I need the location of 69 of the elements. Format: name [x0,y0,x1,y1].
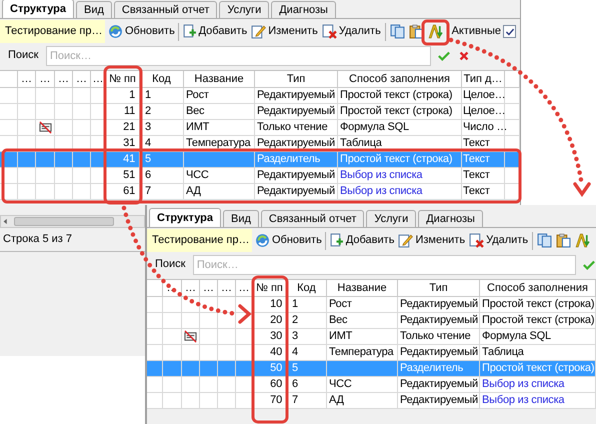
search-label: Поиск [8,48,40,64]
refresh-icon [108,24,123,39]
table-cell: АД [327,393,398,409]
table-row[interactable]: 70 7 АД Редактируемый Выбор из списка [147,393,596,409]
table-row[interactable]: 30 3 ИМТ Только чтение Формула SQL [147,329,596,345]
table-row[interactable]: 21 3 ИМТ Только чтение Формула SQL Число … [0,120,520,136]
tab[interactable]: Структура [2,0,74,18]
table-row[interactable]: 10 1 Рост Редактируемый Простой текст (строка) [147,297,596,313]
edit-button[interactable]: Изменить [250,21,319,42]
sort-icon [575,233,590,248]
checkbox-label: Активные [452,24,501,40]
table-row[interactable]: 11 2 Вес Редактируемый Простой текст (строка) Целое… [0,104,520,120]
tab[interactable]: Вид [223,210,259,227]
search-field[interactable]: Поиск… [46,46,431,66]
toolbar-title: Тестирование пр… [0,20,105,43]
table-row[interactable]: 20 2 Вес Редактируемый Простой текст (строка) [147,313,596,329]
delete-icon [469,233,484,248]
table-row[interactable]: 60 6 ЧСС Редактируемый Выбор из списка [147,377,596,393]
table-cell: 70 [253,393,287,409]
table-cell: 7 [287,393,327,409]
paste-icon [408,24,424,39]
active-checkbox[interactable] [503,25,516,38]
table-cell: 61 [106,184,140,200]
tab[interactable]: Связанный отчет [260,210,364,227]
copy-icon [537,233,552,248]
add-button[interactable]: Добавить [180,21,248,42]
close-icon [458,50,470,62]
refresh-icon [255,233,270,248]
refresh-button[interactable]: Обновить [107,21,176,42]
edit-icon [398,233,414,248]
delete-icon [322,24,337,39]
table-cell: Выбор из списка [338,184,462,200]
table-cell: Текст [462,184,505,200]
table-cell: Редактируемый [255,184,338,200]
horizontal-scrollbar[interactable] [0,215,145,228]
tab[interactable]: Связанный отчет [114,1,218,18]
table-cell: Редактируемый [398,393,480,409]
add-icon [328,233,344,248]
checkmark-icon [438,50,450,62]
tab[interactable]: Структура [149,208,221,227]
tab[interactable]: Диагнозы [418,210,483,227]
checkmark-icon [583,258,596,270]
table-cell: 7 [140,184,184,200]
sort-icon [428,24,443,39]
table-row[interactable]: 1 1 Рост Редактируемый Простой текст (строка) Целое… [0,88,520,104]
highlight-frame [422,20,450,46]
tab[interactable]: Вид [76,1,112,18]
search-field[interactable]: Поиск… [192,254,576,274]
edit-icon [251,24,266,39]
checkmark-icon [504,26,514,36]
scrollbar-thumb[interactable] [14,217,114,226]
paste-icon [556,233,572,248]
tab[interactable]: Услуги [366,210,416,227]
add-button[interactable]: Добавить [328,230,396,251]
tab[interactable]: Диагнозы [271,1,336,18]
table-cell: Выбор из списка [480,393,596,409]
edit-button[interactable]: Изменить [397,230,466,251]
delete-button[interactable]: Удалить [320,21,382,42]
scroll-left-icon [1,217,10,226]
table-row[interactable]: 40 4 Температура Редактируемый Таблица [147,345,596,361]
refresh-button[interactable]: Обновить [254,230,323,251]
toolbar-title: Тестирование пр… [147,229,252,252]
table-row[interactable]: 51 6 ЧСС Редактируемый Выбор из списка Текст [0,168,520,184]
add-icon [182,24,197,39]
table-row[interactable]: 61 7 АД Редактируемый Выбор из списка Текст [0,184,520,200]
copy-icon [390,24,405,39]
table-cell: АД [184,184,255,200]
tab[interactable]: Услуги [219,1,270,18]
search-label: Поиск [155,257,186,272]
